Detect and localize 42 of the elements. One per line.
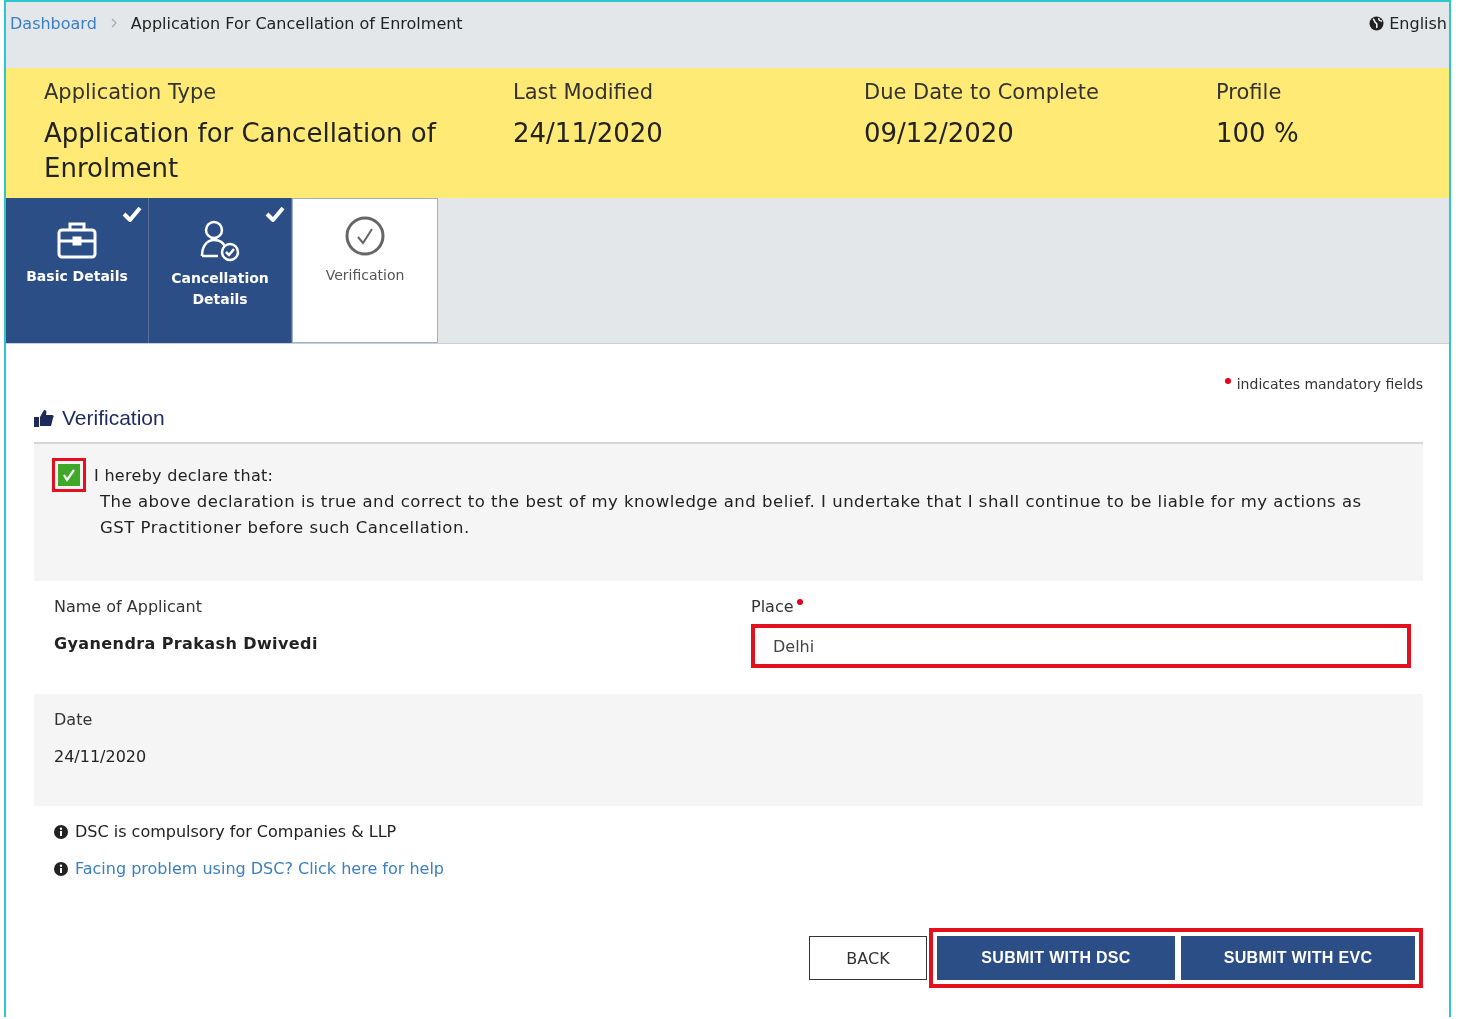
mandatory-note: indicates mandatory fields: [1236, 376, 1423, 392]
summary-value: 100 %: [1216, 117, 1300, 150]
summary-value: 09/12/2020: [864, 117, 1015, 150]
step-tab[interactable]: Basic Details: [6, 198, 149, 343]
step-tab[interactable]: Verification: [292, 198, 438, 343]
required-dot: [1224, 378, 1231, 384]
summary-label: Last Modified: [513, 80, 655, 104]
step-label: Verification: [325, 266, 405, 285]
step-tab[interactable]: Cancellation Details: [149, 198, 292, 343]
place-field[interactable]: Delhi: [751, 624, 1411, 668]
info-icon: [54, 861, 68, 876]
section-title: Verification: [62, 406, 165, 430]
submit-button[interactable]: SUBMIT WITH DSC: [937, 936, 1175, 980]
briefcase-icon: [56, 220, 98, 260]
step-label: Basic Details: [26, 267, 128, 286]
field-label: Place: [751, 597, 794, 616]
help-link[interactable]: Facing problem using DSC? Click here for help: [75, 859, 444, 878]
summary-label: Application Type: [44, 80, 218, 104]
field-label: Name of Applicant: [54, 597, 203, 616]
chevron-icon: [110, 18, 117, 28]
check-circle-icon: [344, 215, 386, 257]
date-value: 24/11/2020: [54, 747, 148, 766]
summary-value: 24/11/2020: [513, 117, 664, 150]
summary-label: Profile: [1216, 80, 1283, 104]
checkbox[interactable]: [58, 464, 80, 486]
info-note: DSC is compulsory for Companies & LLP: [75, 822, 397, 841]
breadcrumb-current: Application For Cancellation of Enrolment: [130, 13, 463, 33]
applicant-name: Gyanendra Prakash Dwivedi: [54, 634, 319, 653]
language-selector[interactable]: English: [1389, 13, 1447, 33]
summary-value: Application for Cancellation of Enrolment: [44, 117, 438, 185]
declaration-text: The above declaration is true and correct to the best of my knowledge and belief. I undertake that I shall continue to be liable for my actions as GST Practitioner before such Cancellation.: [99, 491, 1363, 539]
thumbs-up-icon: [34, 409, 54, 427]
step-label: Cancellation Details: [170, 269, 270, 309]
back-button[interactable]: BACK: [809, 936, 927, 980]
globe-icon: [1369, 15, 1385, 31]
info-icon: [54, 824, 68, 839]
check-icon: [62, 468, 76, 482]
summary-label: Due Date to Complete: [864, 80, 1100, 104]
submit-button[interactable]: SUBMIT WITH EVC: [1181, 936, 1415, 980]
field-label: Date: [54, 710, 94, 729]
declaration-heading: I hereby declare that:: [94, 466, 275, 485]
person-check-icon: [198, 220, 242, 262]
